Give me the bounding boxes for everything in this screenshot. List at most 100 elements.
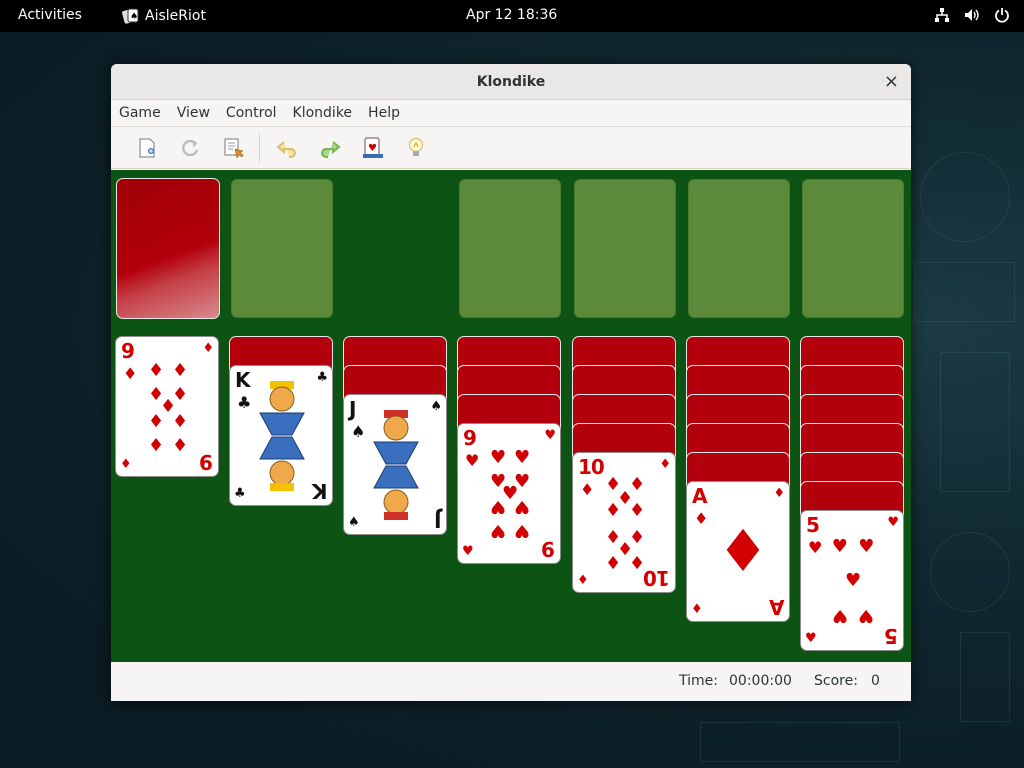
window-titlebar[interactable]: Klondike × (111, 64, 911, 100)
foundation-2[interactable] (574, 179, 676, 318)
card-pip-icon: ♥ (514, 496, 531, 517)
toolbar-separator (259, 132, 260, 163)
volume-icon (964, 7, 980, 27)
undo-icon (275, 140, 296, 158)
svg-text:♥: ♥ (368, 143, 377, 154)
card-pip-icon: ♥ (490, 496, 507, 517)
undo-button[interactable] (265, 130, 308, 166)
card-pip-icon: ♦ (629, 500, 646, 521)
menu-help[interactable]: Help (360, 100, 408, 126)
system-tray[interactable] (934, 7, 1010, 27)
time-label: Time: (679, 673, 718, 689)
app-menu[interactable]: ♠ AisleRiot (122, 7, 206, 24)
card-suit-icon: ♦ (691, 602, 703, 617)
card-pip-icon: ♥ (858, 604, 875, 626)
app-name: AisleRiot (145, 7, 206, 24)
face-up-card[interactable]: 10 ♦ ♦ ♦ 10 ♦ ♦ ♦ ♦ ♦ ♦ ♦ ♦ ♦ ♦ (572, 452, 676, 593)
card-rank: 9 (463, 426, 477, 450)
card-suit-icon: ♠ (430, 399, 442, 414)
network-icon (934, 7, 950, 27)
activities-button[interactable]: Activities (18, 7, 82, 23)
card-rank: 10 (644, 566, 670, 590)
card-rank: 9 (121, 339, 135, 363)
score-label: Score: (814, 673, 858, 689)
face-up-card[interactable]: A ♦ ♦ ♦ A ♦ (686, 481, 790, 622)
card-rank: 5 (806, 513, 820, 537)
redo-icon (320, 140, 341, 158)
menu-klondike[interactable]: Klondike (285, 100, 361, 126)
card-center-suit-icon: ♦ (717, 517, 769, 585)
status-bar: Time: 00:00:00 Score: 0 (111, 662, 911, 701)
jack-figure-icon (373, 410, 419, 520)
klondike-window: Klondike × Game View Control Klondike He… (111, 64, 911, 701)
card-pip-icon: ♥ (514, 520, 531, 541)
card-pip-icon: ♦ (148, 409, 165, 430)
card-pip-icon: ♦ (148, 433, 165, 454)
card-pip-icon: ♥ (845, 570, 862, 591)
card-rank: A (769, 595, 784, 619)
toolbar: ♥ (111, 127, 911, 169)
card-pip-icon: ♦ (172, 433, 189, 454)
select-game-button[interactable] (211, 130, 254, 166)
card-suit-icon: ♣ (316, 370, 328, 385)
menu-control[interactable]: Control (218, 100, 285, 126)
menu-bar: Game View Control Klondike Help (111, 100, 911, 127)
card-suit-icon: ♦ (694, 509, 709, 528)
card-pip-icon: ♥ (490, 520, 507, 541)
card-pip-icon: ♦ (629, 551, 646, 573)
clock[interactable]: Apr 12 18:36 (466, 7, 557, 23)
card-rank: K (235, 368, 250, 392)
face-up-card[interactable]: 5 ♥ ♥ ♥ 5 ♥ ♥ ♥ ♥ ♥ (800, 510, 904, 651)
card-suit-icon: ♣ (234, 486, 246, 501)
foundation-3[interactable] (688, 179, 790, 318)
redo-button[interactable] (308, 130, 351, 166)
card-suit-icon: ♥ (462, 544, 474, 559)
face-up-card[interactable]: K ♣ ♣ ♣ K (229, 365, 333, 506)
stock-pile[interactable] (116, 178, 220, 319)
card-pip-icon: ♥ (490, 447, 507, 468)
hint-icon (408, 137, 423, 156)
card-suit-icon: ♦ (123, 364, 138, 383)
deal-button[interactable]: ♥ (351, 130, 394, 166)
card-suit-icon: ♦ (120, 457, 132, 472)
card-rank: 9 (542, 537, 555, 561)
card-suit-icon: ♥ (544, 428, 556, 443)
card-pip-icon: ♦ (148, 360, 165, 381)
card-pip-icon: ♥ (831, 604, 848, 626)
card-rank: 10 (578, 455, 605, 479)
aisleriot-app-icon: ♠ (122, 7, 139, 24)
king-figure-icon (259, 381, 305, 491)
menu-view[interactable]: View (169, 100, 218, 126)
deal-icon: ♥ (362, 137, 383, 158)
face-up-card[interactable]: 9 ♥ ♥ ♥ 9 ♥ ♥ ♥ ♥ ♥ ♥ ♥ ♥ ♥ (457, 423, 561, 564)
card-suit-icon: ♦ (580, 480, 595, 499)
top-bar: Activities ♠ AisleRiot Apr 12 18:36 (0, 0, 1024, 32)
hint-button[interactable] (394, 130, 437, 166)
face-up-card[interactable]: J ♠ ♠ ♠ J (343, 394, 447, 535)
card-pip-icon: ♦ (172, 360, 189, 381)
card-suit-icon: ♠ (351, 422, 366, 441)
card-suit-icon: ♥ (887, 515, 899, 530)
card-suit-icon: ♦ (773, 486, 785, 501)
foundation-4[interactable] (802, 179, 904, 318)
waste-pile[interactable] (231, 179, 333, 318)
face-up-card[interactable]: 9 ♦ ♦ ♦ 9 ♦ ♦ ♦ ♦ ♦ ♦ ♦ ♦ ♦ (115, 336, 219, 477)
new-game-icon (139, 138, 154, 157)
foundation-1[interactable] (459, 179, 561, 318)
card-pip-icon: ♥ (514, 447, 531, 468)
game-board[interactable]: 9 ♦ ♦ ♦ 9 ♦ ♦ ♦ ♦ ♦ ♦ ♦ ♦ ♦ K ♣ ♣ ♣ K J ♠ ♠ ♠ J 9 ♥ ♥ ♥ 9 ♥ ♥ ♥ ♥ ♥ ♥ ♥ ♥ ♥ 10… (111, 170, 911, 662)
restart-button[interactable] (168, 130, 211, 166)
card-suit-icon: ♦ (577, 573, 589, 588)
card-pip-icon: ♥ (858, 536, 875, 558)
close-button[interactable]: × (884, 64, 899, 100)
card-pip-icon: ♦ (605, 551, 622, 573)
new-game-button[interactable] (125, 130, 168, 166)
time-value: 00:00:00 (729, 673, 792, 689)
restart-icon (181, 139, 198, 156)
card-rank: 5 (885, 624, 898, 648)
card-suit-icon: ♥ (805, 631, 817, 646)
select-game-icon (224, 138, 244, 159)
card-rank: J (349, 397, 357, 421)
window-title: Klondike (476, 74, 546, 90)
menu-game[interactable]: Game (111, 100, 169, 126)
